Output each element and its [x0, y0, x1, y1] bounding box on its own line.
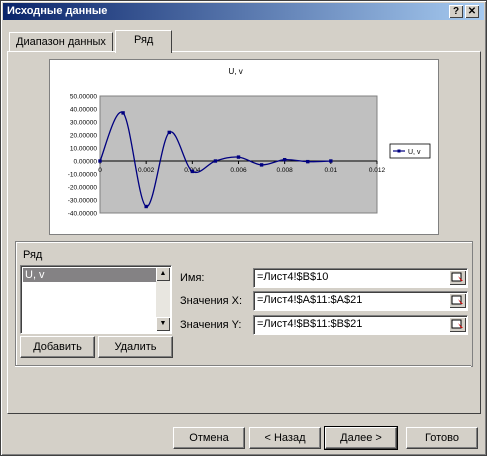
tab-data-range[interactable]: Диапазон данных — [9, 32, 113, 52]
y-tick-label: 0.00000 — [74, 159, 98, 166]
x-tick-label: 0.006 — [230, 167, 247, 174]
x-tick-label: 0 — [98, 167, 102, 174]
data-point — [236, 155, 241, 159]
data-point — [259, 163, 264, 167]
scroll-down-icon[interactable]: ▼ — [156, 317, 170, 331]
source-data-dialog: Исходные данные ? ✕ Диапазон данных Ряд … — [0, 0, 487, 456]
data-point — [121, 111, 125, 115]
add-series-button[interactable]: Добавить — [20, 336, 95, 358]
data-point — [282, 158, 287, 162]
title-bar[interactable]: Исходные данные ? ✕ — [3, 3, 484, 20]
data-point — [190, 169, 195, 174]
chart-title: U, v — [229, 67, 243, 76]
range-picker-icon[interactable] — [449, 293, 466, 308]
legend-marker — [397, 149, 401, 153]
window-title: Исходные данные — [7, 5, 108, 17]
range-picker-icon[interactable] — [449, 317, 466, 332]
y-tick-label: 30.00000 — [70, 120, 97, 127]
y-values-label: Значения Y: — [180, 319, 242, 331]
data-point — [329, 159, 333, 163]
series-list-scrollbar[interactable]: ▲ ▼ — [156, 267, 170, 331]
legend-label: U, v — [408, 149, 421, 156]
data-point — [144, 204, 148, 209]
back-button[interactable]: < Назад — [249, 427, 321, 449]
data-point — [213, 159, 218, 163]
x-tick-label: 0.012 — [369, 167, 386, 174]
y-tick-label: 20.00000 — [70, 133, 97, 140]
y-tick-label: 40.00000 — [70, 107, 97, 114]
scroll-up-icon[interactable]: ▲ — [156, 267, 170, 281]
y-tick-label: -10.00000 — [68, 172, 98, 179]
x-tick-label: 0.008 — [277, 167, 294, 174]
remove-series-button[interactable]: Удалить — [98, 336, 173, 358]
chart-svg: U, v 50.00000 40.00000 30.00000 20.00000 10.0… — [68, 67, 431, 218]
data-point — [167, 130, 171, 135]
series-list-item[interactable]: U, v — [23, 268, 157, 282]
finish-button[interactable]: Готово — [406, 427, 478, 449]
x-values-field[interactable]: =Лист4!$A$11:$A$21 — [253, 291, 468, 311]
x-tick-label: 0.01 — [325, 167, 338, 174]
x-values-label: Значения X: — [180, 295, 243, 307]
x-values-value: =Лист4!$A$11:$A$21 — [257, 294, 363, 306]
y-tick-label: 10.00000 — [70, 146, 97, 153]
chart-preview: U, v 50.00000 40.00000 30.00000 20.00000 10.0… — [49, 59, 439, 235]
name-label: Имя: — [180, 272, 205, 284]
range-picker-icon[interactable] — [449, 270, 466, 285]
data-point — [306, 159, 310, 164]
y-values-value: =Лист4!$B$11:$B$21 — [257, 318, 363, 330]
data-point — [98, 159, 102, 163]
x-tick-label: 0.002 — [138, 167, 155, 174]
series-list[interactable]: U, v ▲ ▼ — [20, 265, 172, 334]
tab-series[interactable]: Ряд — [115, 30, 173, 53]
name-field[interactable]: =Лист4!$B$10 — [253, 268, 468, 288]
help-button[interactable]: ? — [449, 5, 463, 18]
series-section-label: Ряд — [21, 249, 45, 261]
y-tick-label: 50.00000 — [70, 94, 97, 101]
y-values-field[interactable]: =Лист4!$B$11:$B$21 — [253, 315, 468, 335]
cancel-button[interactable]: Отмена — [173, 427, 245, 449]
y-tick-label: -30.00000 — [68, 198, 98, 205]
y-tick-label: -20.00000 — [68, 185, 98, 192]
name-field-value: =Лист4!$B$10 — [257, 271, 329, 283]
y-tick-label: -40.00000 — [68, 211, 98, 218]
close-button[interactable]: ✕ — [465, 5, 479, 18]
next-button[interactable]: Далее > — [324, 426, 398, 450]
separator — [15, 365, 471, 367]
